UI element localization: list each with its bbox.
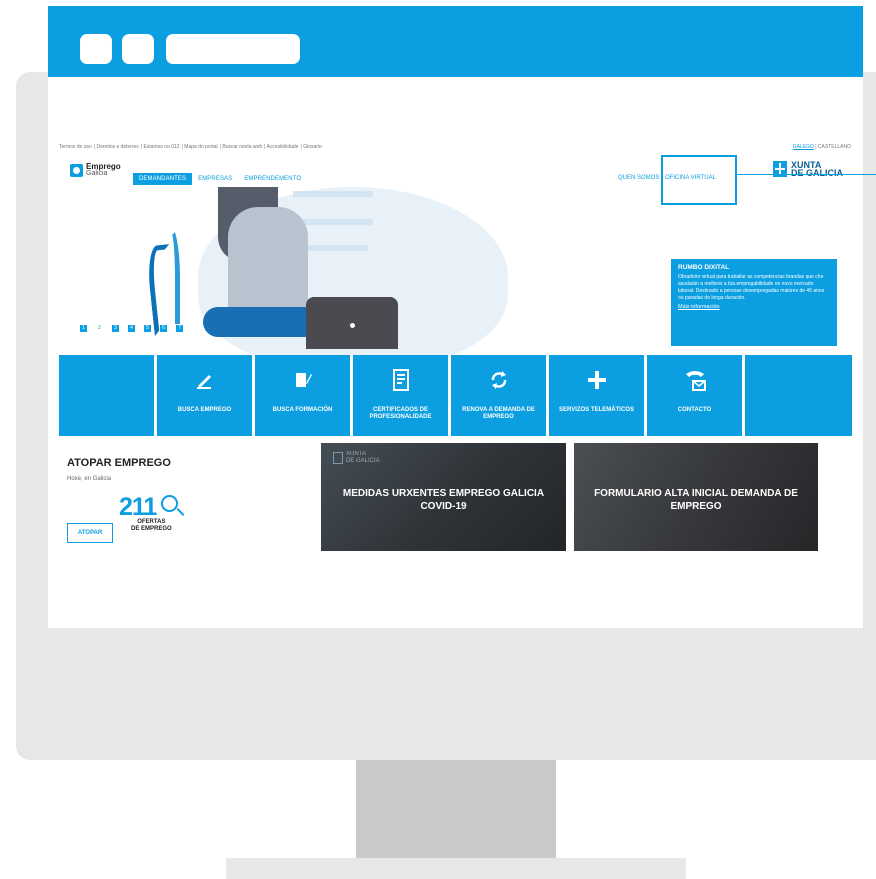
hero-shelf xyxy=(308,245,368,251)
emprego-galicia-logo[interactable]: Emprego Galicia xyxy=(70,163,121,177)
tile-renova-demanda[interactable]: RENOVA A DEMANDA DE EMPREGO xyxy=(451,355,546,436)
window-button-2[interactable] xyxy=(122,34,154,64)
tile-blank xyxy=(745,355,852,436)
news-card-formulario[interactable]: FORMULARIO ALTA INICIAL DEMANDA DE EMPRE… xyxy=(574,443,818,551)
monitor-stand-neck xyxy=(356,760,556,858)
badge-line-1: XUNTA xyxy=(346,451,366,457)
logo-line-2: Galicia xyxy=(86,170,108,177)
card-title: FORMULARIO ALTA INICIAL DEMANDA DE EMPRE… xyxy=(594,488,798,512)
pen-writing-icon xyxy=(157,369,252,391)
util-link-search[interactable]: Buscar nesta web xyxy=(222,144,262,150)
stage: Termos de uso | Dereitos e deberes | Estam… xyxy=(0,0,876,879)
tile-label: CONTACTO xyxy=(677,407,712,413)
emprego-logo-mark xyxy=(70,163,83,177)
tile-label: RENOVA A DEMANDA DE EMPREGO xyxy=(462,407,535,420)
carousel-dot[interactable]: 4 xyxy=(127,324,136,333)
phone-mail-icon xyxy=(647,369,742,391)
main-nav: DEMANDANTES EMPRESAS EMPRENDEMENTO xyxy=(133,172,307,185)
carousel-pager: 1 2 3 4 5 6 7 xyxy=(79,324,191,333)
laptop-illustration xyxy=(306,297,398,349)
tile-label: BUSCA EMPREGO xyxy=(177,407,232,413)
util-link-rights[interactable]: Dereitos e deberes xyxy=(97,144,139,150)
carousel-dot[interactable]: 3 xyxy=(111,324,120,333)
tab-demandantes[interactable]: DEMANDANTES xyxy=(133,172,193,185)
carousel-dot[interactable]: 5 xyxy=(143,324,152,333)
callout-line xyxy=(737,174,876,175)
lang-galego[interactable]: GALEGO xyxy=(793,144,814,150)
book-pen-icon xyxy=(255,369,350,391)
nav-quen-somos[interactable]: QUEN SOMOS xyxy=(618,175,659,181)
promo-more-link[interactable]: Máis información xyxy=(678,304,830,310)
language-switcher: GALEGO | CASTELLANO xyxy=(792,144,851,150)
xunta-flag-icon xyxy=(333,452,343,464)
carousel-dot-active[interactable]: 2 xyxy=(95,324,104,333)
lang-castellano[interactable]: CASTELLANO xyxy=(818,144,851,150)
badge-line-2: DE GALICIA xyxy=(346,458,380,464)
util-link-terms[interactable]: Termos de uso xyxy=(59,144,92,150)
service-tiles: BUSCA EMPREGO BUSCA FORMACIÓN CERTIFICAD… xyxy=(59,355,853,436)
hero-banner[interactable]: 1 2 3 4 5 6 7 RUMBO DIXITAL Obradoiro vi… xyxy=(48,187,863,355)
xunta-line-2: DE GALICIA xyxy=(791,168,844,178)
monitor-stand-base xyxy=(226,858,686,879)
promo-body: Obradoiro virtual para traballar as comp… xyxy=(678,274,825,301)
atopar-title: ATOPAR EMPREGO xyxy=(67,457,171,469)
magnifier-icon xyxy=(161,495,178,512)
tile-blank xyxy=(59,355,154,436)
tab-empresas[interactable]: EMPRESAS xyxy=(192,173,238,185)
tile-label: CERTIFICADOS DE PROFESIONALIDADE xyxy=(369,407,432,420)
promo-box: RUMBO DIXITAL Obradoiro virtual para tra… xyxy=(671,259,837,346)
util-link-accessibility[interactable]: Accesibilidade xyxy=(267,144,299,150)
card-title: MEDIDAS URXENTES EMPREGO GALICIA COVID-1… xyxy=(342,488,545,512)
carousel-dot[interactable]: 1 xyxy=(79,324,88,333)
util-link-glossary[interactable]: Glosario xyxy=(303,144,322,150)
util-link-012[interactable]: Estamos no 012 xyxy=(143,144,179,150)
carousel-dot[interactable]: 7 xyxy=(175,324,184,333)
offers-count: 211 xyxy=(119,493,157,521)
tile-label: BUSCA FORMACIÓN xyxy=(272,407,333,413)
website-screen: Termos de uso | Dereitos e deberes | Estam… xyxy=(48,77,863,628)
atopar-button[interactable]: ATOPAR xyxy=(67,523,113,543)
renew-arrows-icon xyxy=(451,369,546,391)
tile-certificados[interactable]: CERTIFICADOS DE PROFESIONALIDADE xyxy=(353,355,448,436)
util-link-sitemap[interactable]: Mapa do portal xyxy=(184,144,217,150)
tile-label: SERVIZOS TELEMÁTICOS xyxy=(559,407,634,413)
tab-emprendemento[interactable]: EMPRENDEMENTO xyxy=(238,173,307,185)
offers-label-line-1: OFERTAS xyxy=(137,519,166,525)
plant-illustration xyxy=(162,227,180,332)
oficina-virtual-highlight xyxy=(661,155,737,205)
window-button-1[interactable] xyxy=(80,34,112,64)
tile-contacto[interactable]: CONTACTO xyxy=(647,355,742,436)
tile-busca-emprego[interactable]: BUSCA EMPREGO xyxy=(157,355,252,436)
offers-label: OFERTAS DE EMPREGO xyxy=(131,519,172,533)
atopar-subtitle: Hoxe, en Galicia xyxy=(67,476,112,482)
offers-label-line-2: DE EMPREGO xyxy=(131,526,172,532)
promo-title: RUMBO DIXITAL xyxy=(678,264,730,271)
address-bar[interactable] xyxy=(166,34,300,64)
logo-line-1: Emprego xyxy=(86,162,121,171)
atopar-emprego-widget: ATOPAR EMPREGO Hoxe, en Galicia 211 OFER… xyxy=(67,457,297,557)
card-xunta-badge: XUNTA DE GALICIA xyxy=(333,451,380,465)
tile-busca-formacion[interactable]: BUSCA FORMACIÓN xyxy=(255,355,350,436)
tile-servizos-telematicos[interactable]: SERVIZOS TELEMÁTICOS xyxy=(549,355,644,436)
carousel-dot[interactable]: 6 xyxy=(159,324,168,333)
utility-links: Termos de uso | Dereitos e deberes | Estam… xyxy=(59,144,322,150)
certificate-document-icon xyxy=(353,369,448,391)
plus-icon xyxy=(549,369,644,391)
hero-shelf xyxy=(293,191,373,197)
browser-toolbar xyxy=(48,6,863,77)
news-card-covid[interactable]: XUNTA DE GALICIA MEDIDAS URXENTES EMPREG… xyxy=(321,443,566,551)
